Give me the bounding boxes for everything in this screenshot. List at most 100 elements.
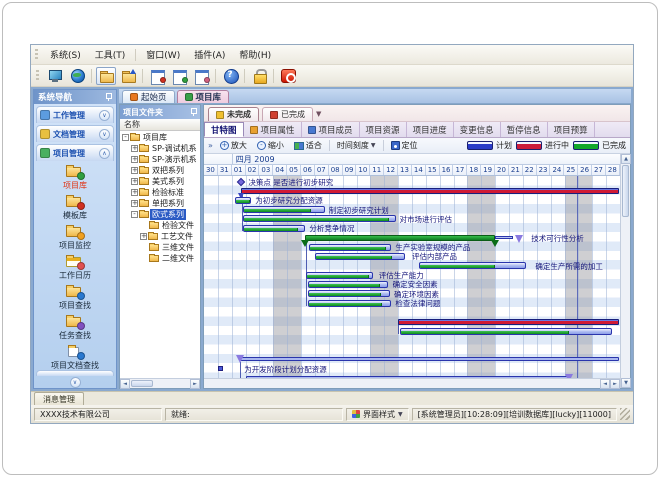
sidebar-item-项目文档查找[interactable]: 项目文档查找 [51, 344, 99, 370]
milestone-diamond-icon[interactable] [237, 177, 245, 185]
sidebar-item-模板库[interactable]: 模板库 [63, 194, 87, 221]
时间刻度-button[interactable]: 时间刻度▼ [334, 139, 379, 152]
summary-bar-active[interactable] [241, 188, 619, 194]
tab-项目库[interactable]: 项目库 [177, 90, 230, 103]
task-bar[interactable] [243, 215, 396, 222]
sidebar-item-项目监控[interactable]: 项目监控 [59, 224, 91, 251]
expand-icon[interactable]: + [131, 200, 138, 207]
tree-horizontal-scrollbar[interactable]: ◄ ► [120, 378, 200, 388]
expand-icon[interactable]: + [131, 189, 138, 196]
message-management-tab[interactable]: 消息管理 [34, 392, 84, 405]
sidebar-item-项目查找[interactable]: 项目查找 [59, 284, 91, 311]
tab-起始页[interactable]: 起始页 [122, 90, 175, 103]
pin-icon[interactable] [189, 108, 197, 116]
folder-open-button[interactable] [96, 67, 116, 85]
expand-icon[interactable]: + [131, 145, 138, 152]
定位-button[interactable]: 定位 [388, 139, 421, 152]
gantt-tab-项目属性[interactable]: 项目属性 [244, 122, 302, 137]
task-bar[interactable] [308, 281, 388, 288]
help-button[interactable] [220, 67, 240, 85]
scroll-down-icon[interactable]: ▼ [621, 378, 631, 388]
tree-item-欧式系列[interactable]: -欧式系列 [120, 209, 200, 220]
task-bar[interactable] [315, 253, 405, 260]
status-tab-已完成[interactable]: 已完成 [262, 107, 313, 121]
sidebar-item-任务查找[interactable]: 任务查找 [59, 314, 91, 341]
tree-item-项目库[interactable]: -项目库 [120, 132, 200, 143]
toolbar-overflow-icon[interactable]: » [208, 141, 213, 150]
tree-item-二维文件[interactable]: 二维文件 [120, 253, 200, 264]
task-bar[interactable] [306, 272, 373, 279]
win-pink-button[interactable] [191, 67, 211, 85]
scroll-left-icon[interactable]: ◄ [120, 379, 130, 389]
power-button[interactable] [278, 67, 298, 85]
gantt-tab-甘特图[interactable]: 甘特图 [204, 122, 244, 137]
gantt-vertical-scrollbar[interactable]: ▲ ▼ [620, 154, 630, 388]
task-bar[interactable] [309, 244, 392, 251]
expand-icon[interactable]: + [131, 178, 138, 185]
expand-icon[interactable]: + [140, 233, 147, 240]
menu-item[interactable]: 插件(A) [187, 46, 232, 63]
放大-button[interactable]: +放大 [217, 139, 250, 152]
task-bar[interactable] [243, 225, 305, 232]
tabs-overflow-icon[interactable]: ▼ [316, 110, 321, 118]
tree-item-三维文件[interactable]: 三维文件 [120, 242, 200, 253]
menu-item[interactable]: 系统(S) [43, 46, 88, 63]
chevron-down-icon[interactable]: ∨ [99, 129, 110, 140]
plan-line-bar[interactable] [246, 376, 569, 378]
scroll-right-icon[interactable]: ► [610, 379, 620, 389]
sidebar-item-项目库[interactable]: 项目库 [63, 164, 87, 191]
summary-bar-active[interactable] [398, 319, 618, 325]
task-bar[interactable] [400, 328, 612, 335]
scrollbar-thumb[interactable] [622, 165, 629, 217]
pin-icon[interactable] [104, 93, 112, 101]
gantt-tab-项目成员[interactable]: 项目成员 [302, 122, 360, 137]
gantt-tab-项目进度[interactable]: 项目进度 [407, 122, 454, 137]
scroll-right-icon[interactable]: ► [190, 379, 200, 389]
collapse-icon[interactable]: - [122, 134, 129, 141]
status-tab-未完成[interactable]: 未完成 [208, 107, 259, 121]
monitor-button[interactable] [45, 67, 65, 85]
task-bar[interactable] [243, 206, 325, 213]
plan-line-bar[interactable] [240, 357, 619, 361]
task-bar[interactable] [308, 290, 390, 297]
expand-icon[interactable]: + [131, 167, 138, 174]
适合-button[interactable]: 适合 [291, 139, 325, 152]
gantt-tab-项目预算[interactable]: 项目预算 [548, 122, 595, 137]
gantt-tab-项目资源[interactable]: 项目资源 [360, 122, 407, 137]
tree-item-美式系列[interactable]: +美式系列 [120, 176, 200, 187]
缩小-button[interactable]: -缩小 [254, 139, 287, 152]
menu-item[interactable]: 窗口(W) [139, 46, 187, 63]
collapse-icon[interactable]: - [131, 211, 138, 218]
win-green-button[interactable] [169, 67, 189, 85]
tree-item-检验文件[interactable]: 检验文件 [120, 220, 200, 231]
sidebar-group-工作管理[interactable]: 工作管理∨ [36, 106, 114, 123]
scroll-left-icon[interactable]: ◄ [600, 379, 610, 389]
interface-style-button[interactable]: 界面样式 ▼ [346, 408, 409, 421]
menu-item[interactable]: 帮助(H) [232, 46, 278, 63]
tree-item-检验标准[interactable]: +检验标准 [120, 187, 200, 198]
resize-grip[interactable] [620, 408, 630, 420]
scrollbar-thumb[interactable] [131, 380, 153, 387]
globe-button[interactable] [67, 67, 87, 85]
gantt-horizontal-scrollbar[interactable]: ◄ ► [204, 378, 620, 388]
lock-button[interactable] [249, 67, 269, 85]
sidebar-group-项目管理[interactable]: 项目管理∧ [36, 144, 114, 161]
sidebar-group-文档管理[interactable]: 文档管理∨ [36, 125, 114, 142]
folder-up-button[interactable] [118, 67, 138, 85]
task-bar[interactable] [235, 197, 252, 204]
gantt-tab-暂停信息[interactable]: 暂停信息 [501, 122, 548, 137]
chevron-down-icon[interactable]: ∨ [99, 110, 110, 121]
tree-item-工艺文件[interactable]: +工艺文件 [120, 231, 200, 242]
sidebar-item-工作日历[interactable]: 工作日历 [59, 254, 91, 281]
menu-item[interactable]: 工具(T) [88, 46, 133, 63]
task-bar[interactable] [308, 300, 391, 307]
expand-icon[interactable]: + [131, 156, 138, 163]
win-red-button[interactable] [147, 67, 167, 85]
gantt-tab-变更信息[interactable]: 变更信息 [454, 122, 501, 137]
tree-item-SP-演示机系[interactable]: +SP-演示机系 [120, 154, 200, 165]
gantt-canvas[interactable]: 决策点 是否进行初步研究为初步研究分配资源制定初步研究计划对市场进行评估分析竞争… [204, 176, 620, 378]
tree-item-SP-调试机系[interactable]: +SP-调试机系 [120, 143, 200, 154]
scroll-up-icon[interactable]: ▲ [621, 154, 631, 164]
chevron-up-icon[interactable]: ∧ [99, 148, 110, 159]
task-bar[interactable] [419, 262, 526, 269]
